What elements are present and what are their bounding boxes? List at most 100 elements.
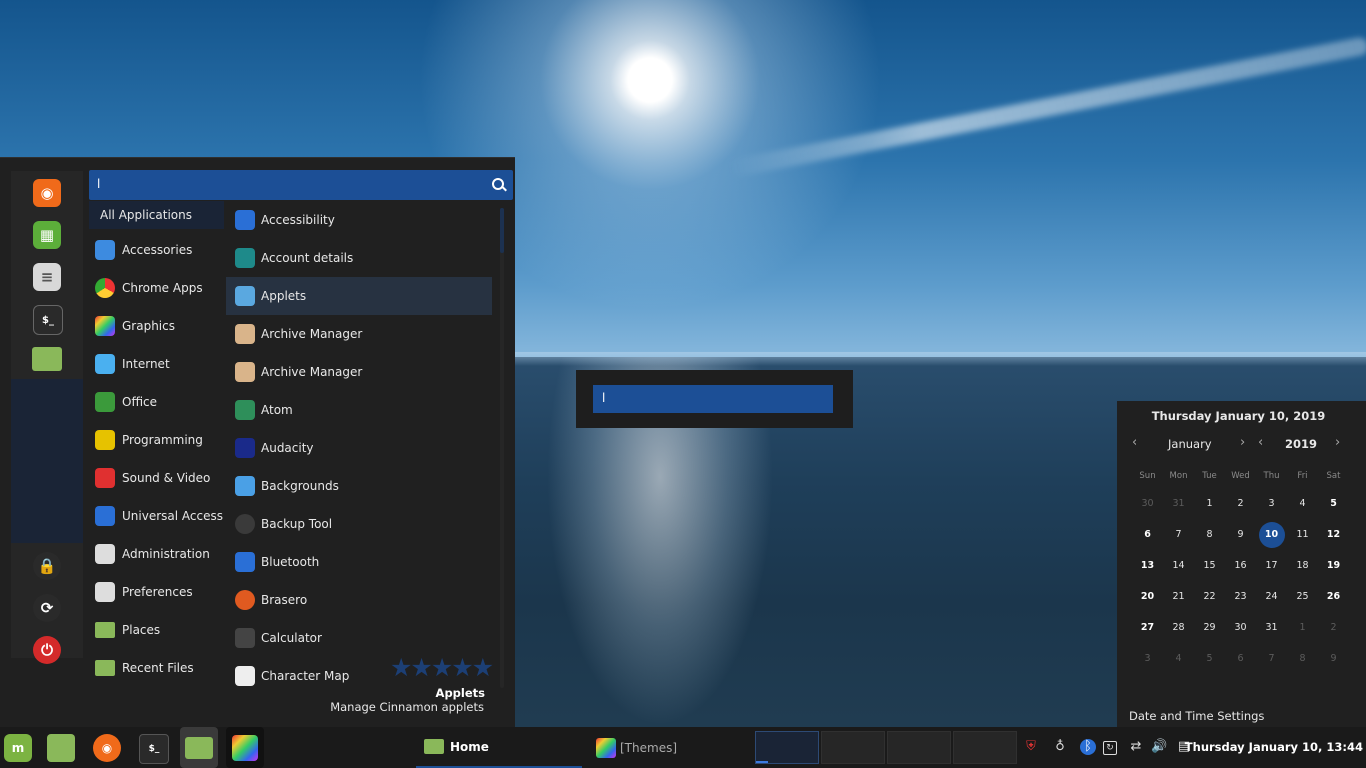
calendar-day[interactable]: 11 xyxy=(1287,529,1318,540)
next-year-icon[interactable]: › xyxy=(1335,435,1340,450)
window-button-home[interactable]: Home xyxy=(416,727,582,768)
calendar-day[interactable]: 8 xyxy=(1287,653,1318,664)
prev-year-icon[interactable]: ‹ xyxy=(1258,435,1263,450)
terminal-launcher-icon[interactable]: $_ xyxy=(139,734,169,764)
app-item[interactable]: Bluetooth xyxy=(226,543,492,581)
app-item[interactable]: Audacity xyxy=(226,429,492,467)
calendar-day[interactable]: 13 xyxy=(1132,560,1163,571)
calendar-day[interactable]: 28 xyxy=(1163,622,1194,633)
calendar-day[interactable]: 2 xyxy=(1318,622,1349,633)
category-item[interactable]: Places xyxy=(89,611,224,649)
run-command-input[interactable]: l xyxy=(593,385,833,413)
calendar-day[interactable]: 20 xyxy=(1132,591,1163,602)
app-item[interactable]: Archive Manager xyxy=(226,315,492,353)
calendar-day[interactable]: 30 xyxy=(1225,622,1256,633)
app-item[interactable]: Brasero xyxy=(226,581,492,619)
lightbulb-icon[interactable]: ♁ xyxy=(1052,739,1068,755)
calendar-day[interactable]: 7 xyxy=(1163,529,1194,540)
workspace-1[interactable] xyxy=(755,731,819,764)
app-item[interactable]: Account details xyxy=(226,239,492,277)
calendar-day[interactable]: 18 xyxy=(1287,560,1318,571)
calendar-day[interactable]: 6 xyxy=(1225,653,1256,664)
calendar-day[interactable]: 25 xyxy=(1287,591,1318,602)
workspace-2[interactable] xyxy=(821,731,885,764)
category-item[interactable]: Universal Access xyxy=(89,497,224,535)
app-item[interactable]: Accessibility xyxy=(226,201,492,239)
app-item[interactable]: Applets xyxy=(226,277,492,315)
category-item[interactable]: Programming xyxy=(89,421,224,459)
calendar-day[interactable]: 23 xyxy=(1225,591,1256,602)
calendar-day[interactable]: 1 xyxy=(1194,498,1225,509)
themes-launcher[interactable] xyxy=(226,727,264,768)
calendar-day[interactable]: 19 xyxy=(1318,560,1349,571)
calendar-day[interactable]: 4 xyxy=(1287,498,1318,509)
lock-icon[interactable]: 🔒 xyxy=(33,552,61,580)
app-item[interactable]: Archive Manager xyxy=(226,353,492,391)
calendar-day[interactable]: 7 xyxy=(1256,653,1287,664)
calendar-day[interactable]: 2 xyxy=(1225,498,1256,509)
calendar-day[interactable]: 14 xyxy=(1163,560,1194,571)
category-item[interactable]: Administration xyxy=(89,535,224,573)
calendar-day[interactable]: 26 xyxy=(1318,591,1349,602)
firefox-launcher-icon[interactable]: ◉ xyxy=(93,734,121,762)
next-month-icon[interactable]: › xyxy=(1240,435,1245,450)
app-item[interactable]: Backup Tool xyxy=(226,505,492,543)
software-icon[interactable]: ▦ xyxy=(33,221,61,249)
category-item[interactable]: Graphics xyxy=(89,307,224,345)
calendar-day[interactable]: 31 xyxy=(1256,622,1287,633)
calendar-day[interactable]: 24 xyxy=(1256,591,1287,602)
category-item[interactable]: Preferences xyxy=(89,573,224,611)
category-item[interactable]: Chrome Apps xyxy=(89,269,224,307)
calendar-day[interactable]: 8 xyxy=(1194,529,1225,540)
mint-menu-icon[interactable]: m xyxy=(4,734,32,762)
calendar-day[interactable]: 3 xyxy=(1256,498,1287,509)
bluetooth-icon[interactable]: ᛒ xyxy=(1080,739,1096,755)
calendar-day[interactable]: 17 xyxy=(1256,560,1287,571)
app-item[interactable]: Calculator xyxy=(226,619,492,657)
window-button-themes[interactable]: [Themes] xyxy=(588,727,748,768)
category-item[interactable]: Office xyxy=(89,383,224,421)
calendar-day[interactable]: 6 xyxy=(1132,529,1163,540)
files-active-launcher[interactable] xyxy=(180,727,218,768)
calendar-day[interactable]: 21 xyxy=(1163,591,1194,602)
workspace-4[interactable] xyxy=(953,731,1017,764)
shield-icon[interactable]: ⛨ xyxy=(1023,739,1039,755)
category-item[interactable]: Internet xyxy=(89,345,224,383)
firefox-icon[interactable]: ◉ xyxy=(33,179,61,207)
calendar-day[interactable]: 31 xyxy=(1163,498,1194,509)
volume-icon[interactable]: 🔊 xyxy=(1151,739,1167,755)
terminal-icon[interactable]: $_ xyxy=(33,305,63,335)
power-icon[interactable]: ⏻ xyxy=(33,636,61,664)
scrollbar-thumb[interactable] xyxy=(500,208,504,253)
prev-month-icon[interactable]: ‹ xyxy=(1132,435,1137,450)
calendar-day[interactable]: 5 xyxy=(1318,498,1349,509)
category-item[interactable]: All Applications xyxy=(89,201,224,229)
app-item[interactable]: Atom xyxy=(226,391,492,429)
calendar-day[interactable]: 9 xyxy=(1225,529,1256,540)
calendar-day[interactable]: 3 xyxy=(1132,653,1163,664)
calendar-day[interactable]: 12 xyxy=(1318,529,1349,540)
calendar-day[interactable]: 5 xyxy=(1194,653,1225,664)
category-item[interactable]: Recent Files xyxy=(89,649,224,687)
calendar-day[interactable]: 30 xyxy=(1132,498,1163,509)
calendar-day[interactable]: 9 xyxy=(1318,653,1349,664)
category-item[interactable]: Accessories xyxy=(89,231,224,269)
date-time-settings-link[interactable]: Date and Time Settings xyxy=(1129,709,1264,723)
updates-icon[interactable]: ↻ xyxy=(1103,741,1117,755)
calendar-day[interactable]: 27 xyxy=(1132,622,1163,633)
calendar-today[interactable]: 10 xyxy=(1256,521,1287,548)
calendar-day[interactable]: 16 xyxy=(1225,560,1256,571)
calendar-day[interactable]: 1 xyxy=(1287,622,1318,633)
files-icon[interactable] xyxy=(32,347,62,371)
workspace-3[interactable] xyxy=(887,731,951,764)
calendar-day[interactable]: 15 xyxy=(1194,560,1225,571)
files-launcher-icon[interactable] xyxy=(47,734,75,762)
panel-clock[interactable]: Thursday January 10, 13:44 xyxy=(1185,740,1363,754)
logout-icon[interactable]: ⟳ xyxy=(33,594,61,622)
category-item[interactable]: Sound & Video xyxy=(89,459,224,497)
app-list-scrollbar[interactable] xyxy=(500,208,504,688)
app-item[interactable]: Backgrounds xyxy=(226,467,492,505)
calendar-day[interactable]: 22 xyxy=(1194,591,1225,602)
calendar-day[interactable]: 29 xyxy=(1194,622,1225,633)
menu-search-input[interactable]: l xyxy=(89,170,513,200)
